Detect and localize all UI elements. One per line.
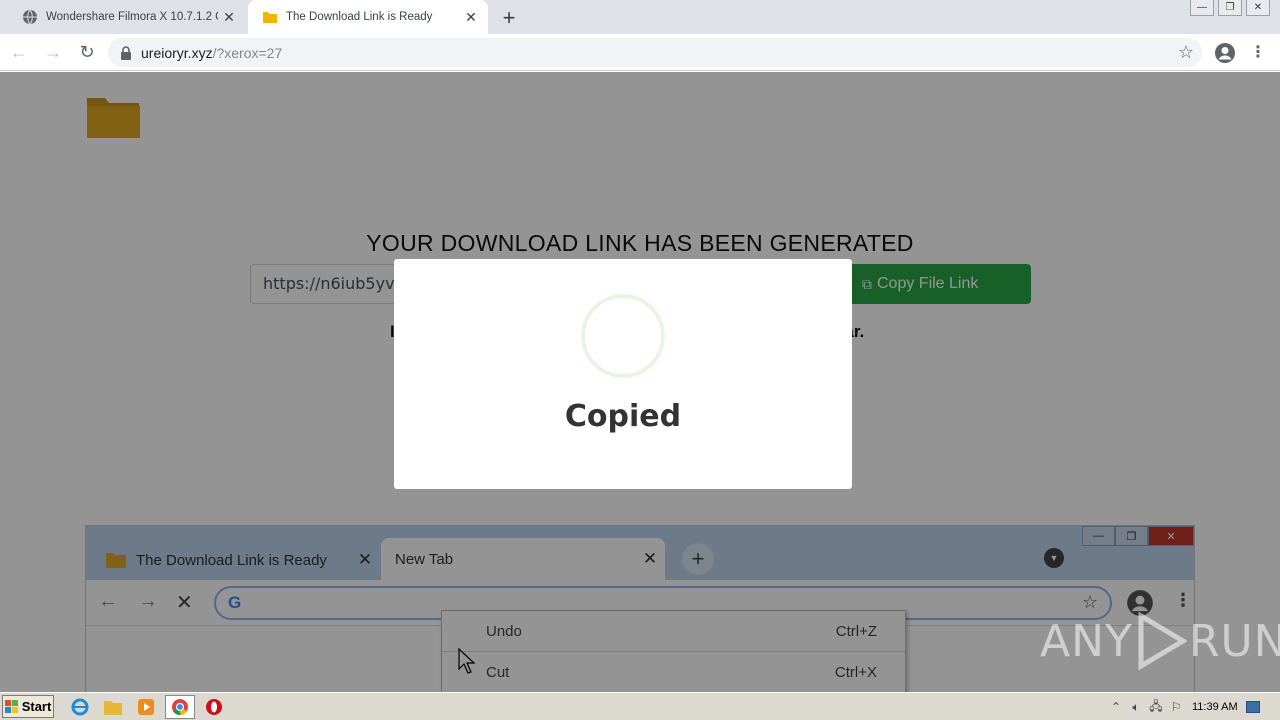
minimize-button[interactable]: —	[1190, 0, 1214, 16]
browser-toolbar: ← → ↻ ureioryr.xyz/?xerox=27 ☆ ⋮	[0, 34, 1280, 71]
windows-logo-icon	[4, 699, 18, 713]
reload-button[interactable]: ↻	[72, 37, 102, 67]
taskbar: Start ⌃ 🔈︎ 🖧︎ ⚐ 11:39 AM	[0, 692, 1280, 720]
tab-strip: Wondershare Filmora X 10.7.1.2 Cra ✕ The…	[0, 0, 1280, 34]
window-controls: — ❐ ✕	[1190, 0, 1270, 16]
watermark-left: ANY	[1040, 615, 1133, 667]
start-button[interactable]: Start	[2, 695, 54, 718]
volume-icon[interactable]: 🔈︎	[1126, 700, 1146, 715]
bookmark-star-icon[interactable]: ☆	[1178, 42, 1194, 63]
success-ring-icon	[581, 294, 665, 378]
copied-dialog: Copied	[394, 259, 852, 489]
more-menu-icon[interactable]: ⋮	[1250, 40, 1266, 64]
tab-title: The Download Link is Ready	[286, 11, 433, 23]
close-window-button[interactable]: ✕	[1246, 0, 1270, 16]
close-icon[interactable]: ✕	[218, 6, 240, 28]
tab-title: Wondershare Filmora X 10.7.1.2 Cra	[46, 11, 218, 23]
watermark-right: RUN	[1188, 615, 1280, 667]
play-logo-icon	[1138, 612, 1187, 670]
url-path: /?xerox=27	[212, 44, 283, 61]
action-center-flag-icon[interactable]: ⚐	[1166, 700, 1186, 714]
clock[interactable]: 11:39 AM	[1192, 701, 1238, 713]
folder-icon	[263, 12, 277, 23]
dialog-title: Copied	[564, 399, 682, 434]
new-tab-button[interactable]: +	[497, 5, 521, 30]
start-label: Start	[21, 699, 52, 714]
internet-explorer-icon[interactable]	[70, 697, 90, 717]
lock-icon	[121, 45, 131, 60]
url-host: ureioryr.xyz	[141, 44, 213, 61]
anyrun-watermark: ANY RUN	[1040, 610, 1280, 672]
address-bar[interactable]: ureioryr.xyz/?xerox=27 ☆	[108, 38, 1202, 67]
media-player-icon[interactable]	[136, 697, 156, 717]
show-hidden-icons-icon[interactable]: ⌃	[1106, 700, 1126, 714]
tab-download-link[interactable]: The Download Link is Ready ✕	[248, 0, 488, 34]
tab-filmora[interactable]: Wondershare Filmora X 10.7.1.2 Cra ✕	[8, 0, 246, 34]
maximize-button[interactable]: ❐	[1218, 0, 1242, 16]
close-icon[interactable]: ✕	[460, 6, 482, 28]
network-icon[interactable]: 🖧︎	[1146, 697, 1166, 718]
system-tray: ⌃ 🔈︎ 🖧︎ ⚐ 11:39 AM	[1106, 696, 1278, 718]
file-explorer-icon[interactable]	[103, 697, 123, 717]
chrome-taskbar-icon[interactable]	[165, 695, 195, 719]
opera-icon[interactable]	[204, 697, 224, 717]
back-button[interactable]: ←	[4, 37, 34, 67]
profile-icon[interactable]	[1213, 41, 1237, 65]
forward-button[interactable]: →	[38, 37, 68, 67]
globe-icon	[23, 9, 37, 25]
show-desktop-icon[interactable]	[1245, 701, 1260, 713]
